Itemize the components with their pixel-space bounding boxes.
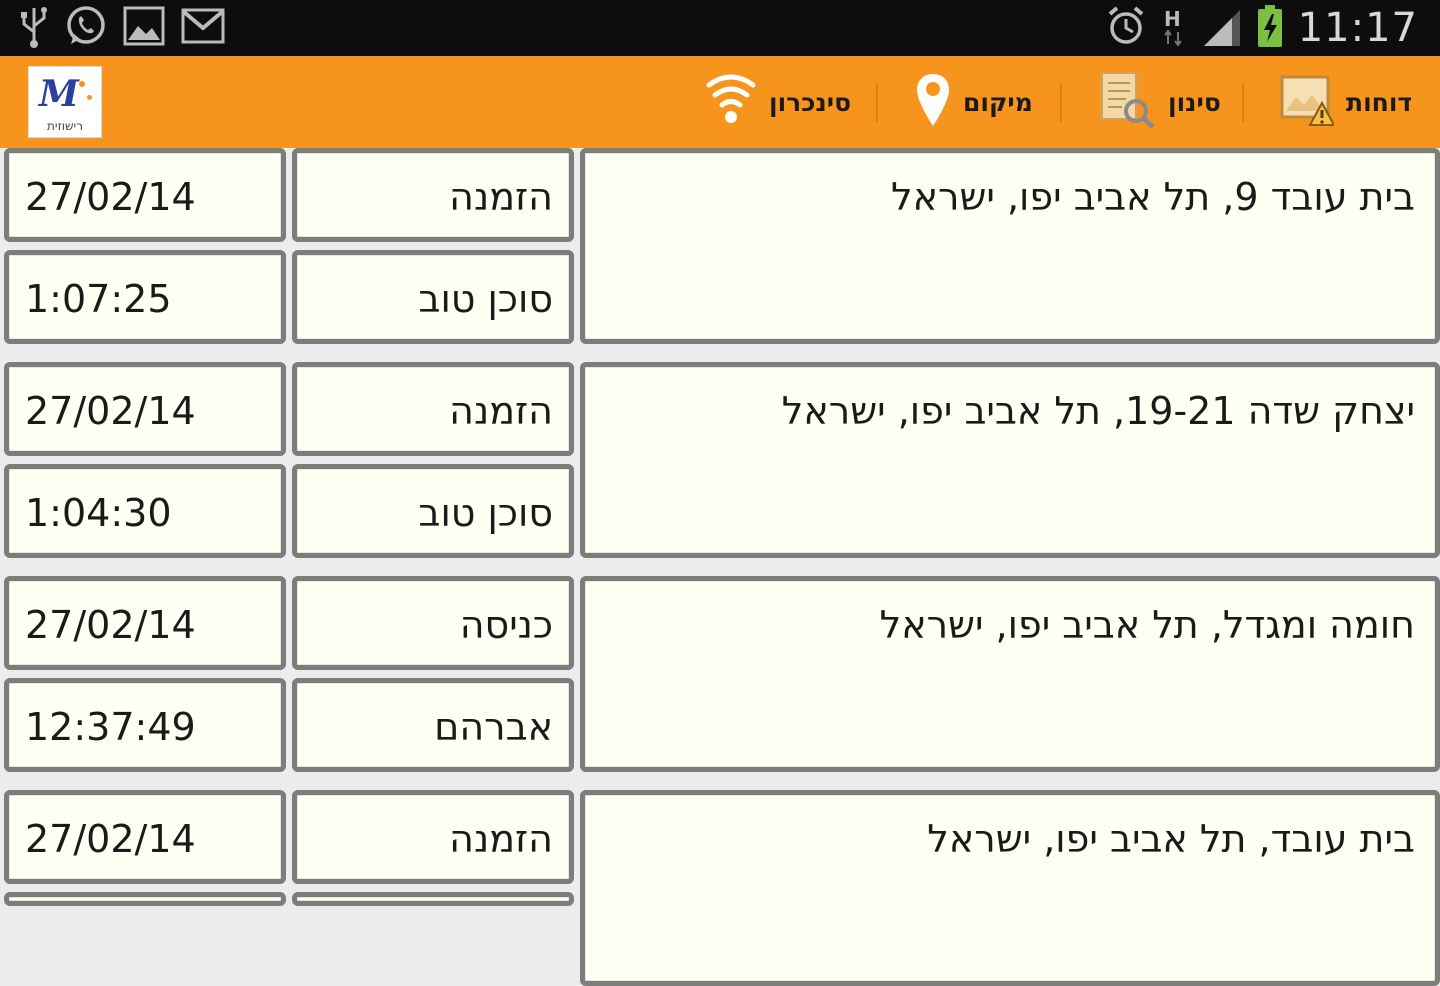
agent-text: סוכן טוב [418, 491, 553, 535]
agent-cell: סוכן טוב [292, 250, 574, 344]
sync-label: סינכרון [769, 87, 852, 117]
address-cell: בית עובד, תל אביב יפו, ישראל [580, 790, 1440, 986]
usb-icon [18, 4, 50, 52]
type-text: הזמנה [449, 389, 553, 433]
status-bar: H 11:17 [0, 0, 1440, 56]
sync-button[interactable]: סינכרון [705, 56, 855, 148]
gallery-icon [122, 4, 166, 52]
filter-label: סינון [1168, 87, 1221, 117]
action-divider [1242, 84, 1244, 122]
type-text: הזמנה [449, 817, 553, 861]
status-clock: 11:17 [1297, 5, 1418, 51]
list-item[interactable]: חומה ומגדל, תל אביב יפו, ישראל כניסה 27/… [0, 576, 1440, 772]
logo-dot [87, 95, 92, 100]
location-label: מיקום [963, 87, 1033, 117]
filter-search-icon [1100, 71, 1156, 133]
address-text: חומה ומגדל, תל אביב יפו, ישראל [879, 603, 1415, 647]
type-text: הזמנה [449, 175, 553, 219]
whatsapp-icon [64, 4, 108, 52]
agent-text: סוכן טוב [418, 277, 553, 321]
date-text: 27/02/14 [25, 817, 196, 861]
time-cell: 1:04:30 [4, 464, 286, 558]
address-text: בית עובד, תל אביב יפו, ישראל [927, 817, 1415, 861]
date-text: 27/02/14 [25, 389, 196, 433]
date-cell: 27/02/14 [4, 148, 286, 242]
filter-button[interactable]: סינון [1100, 56, 1221, 148]
date-cell: 27/02/14 [4, 790, 286, 884]
time-cell: 1:07:25 [4, 250, 286, 344]
network-h-icon: H [1160, 4, 1188, 52]
address-cell: בית עובד 9, תל אביב יפו, ישראל [580, 148, 1440, 344]
type-text: כניסה [459, 603, 553, 647]
type-cell: כניסה [292, 576, 574, 670]
date-cell: 27/02/14 [4, 576, 286, 670]
battery-charging-icon [1256, 4, 1284, 52]
gmail-icon [180, 4, 226, 52]
app-logo[interactable]: M רישוזית [28, 66, 102, 138]
agent-text: אברהם [434, 705, 553, 749]
time-cell: 12:37:49 [4, 678, 286, 772]
action-divider [1060, 84, 1062, 122]
alarm-icon [1106, 4, 1146, 52]
list-item[interactable]: בית עובד 9, תל אביב יפו, ישראל הזמנה 27/… [0, 148, 1440, 344]
address-cell: חומה ומגדל, תל אביב יפו, ישראל [580, 576, 1440, 772]
date-text: 27/02/14 [25, 175, 196, 219]
time-text: 1:07:25 [25, 277, 172, 321]
location-button[interactable]: מיקום [915, 56, 1035, 148]
date-cell: 27/02/14 [4, 362, 286, 456]
agent-cell [292, 892, 574, 906]
time-text: 12:37:49 [25, 705, 196, 749]
time-text: 1:04:30 [25, 491, 172, 535]
type-cell: הזמנה [292, 362, 574, 456]
wifi-sync-icon [705, 71, 757, 133]
time-cell [4, 892, 286, 906]
date-text: 27/02/14 [25, 603, 196, 647]
address-cell: יצחק שדה 19-21, תל אביב יפו, ישראל [580, 362, 1440, 558]
type-cell: הזמנה [292, 148, 574, 242]
agent-cell: סוכן טוב [292, 464, 574, 558]
network-type-label: H [1164, 7, 1181, 31]
address-text: בית עובד 9, תל אביב יפו, ישראל [891, 175, 1415, 219]
logo-letter: M [39, 73, 79, 115]
logo-subtitle: רישוזית [47, 119, 83, 133]
agent-cell: אברהם [292, 678, 574, 772]
report-icon [1280, 73, 1336, 131]
logo-dot [79, 81, 85, 87]
action-divider [876, 84, 878, 122]
reports-button[interactable]: דוחות [1280, 56, 1420, 148]
reports-label: דוחות [1346, 87, 1413, 117]
notification-icons [18, 6, 226, 50]
action-bar: M רישוזית סינכרון מיקום סינון דוחות [0, 56, 1440, 148]
location-pin-icon [915, 72, 951, 132]
list-item[interactable]: יצחק שדה 19-21, תל אביב יפו, ישראל הזמנה… [0, 362, 1440, 558]
type-cell: הזמנה [292, 790, 574, 884]
signal-icon [1202, 4, 1242, 52]
address-text: יצחק שדה 19-21, תל אביב יפו, ישראל [781, 389, 1415, 433]
system-icons: H 11:17 [1106, 4, 1418, 52]
list-item[interactable]: בית עובד, תל אביב יפו, ישראל הזמנה 27/02… [0, 790, 1440, 986]
